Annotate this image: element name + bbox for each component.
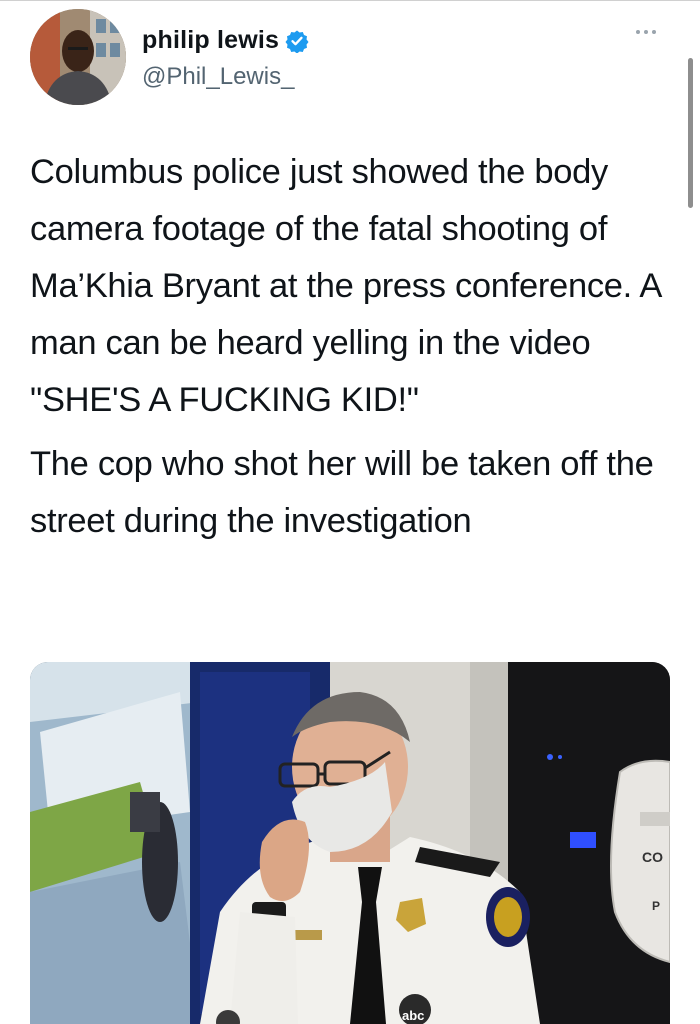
tweet-paragraph-2: The cop who shot her will be taken off t… xyxy=(30,445,654,540)
avatar[interactable] xyxy=(30,9,126,105)
tweet-text: Columbus police just showed the body cam… xyxy=(30,144,680,550)
scrollbar[interactable] xyxy=(688,58,693,208)
ellipsis-icon[interactable] xyxy=(636,30,656,34)
top-divider xyxy=(0,0,700,1)
badge-text: CO xyxy=(642,849,663,865)
author-handle[interactable]: @Phil_Lewis_ xyxy=(142,63,294,91)
tweet-paragraph-1: Columbus police just showed the body cam… xyxy=(30,153,661,419)
tweet-media-image[interactable]: CO P abc xyxy=(30,662,670,1024)
author-name-row[interactable]: philip lewis xyxy=(142,26,309,55)
badge-text-2: P xyxy=(652,899,660,913)
display-name[interactable]: philip lewis xyxy=(142,26,279,55)
verified-badge-icon xyxy=(285,30,309,53)
mic-logo: abc xyxy=(402,1008,424,1023)
